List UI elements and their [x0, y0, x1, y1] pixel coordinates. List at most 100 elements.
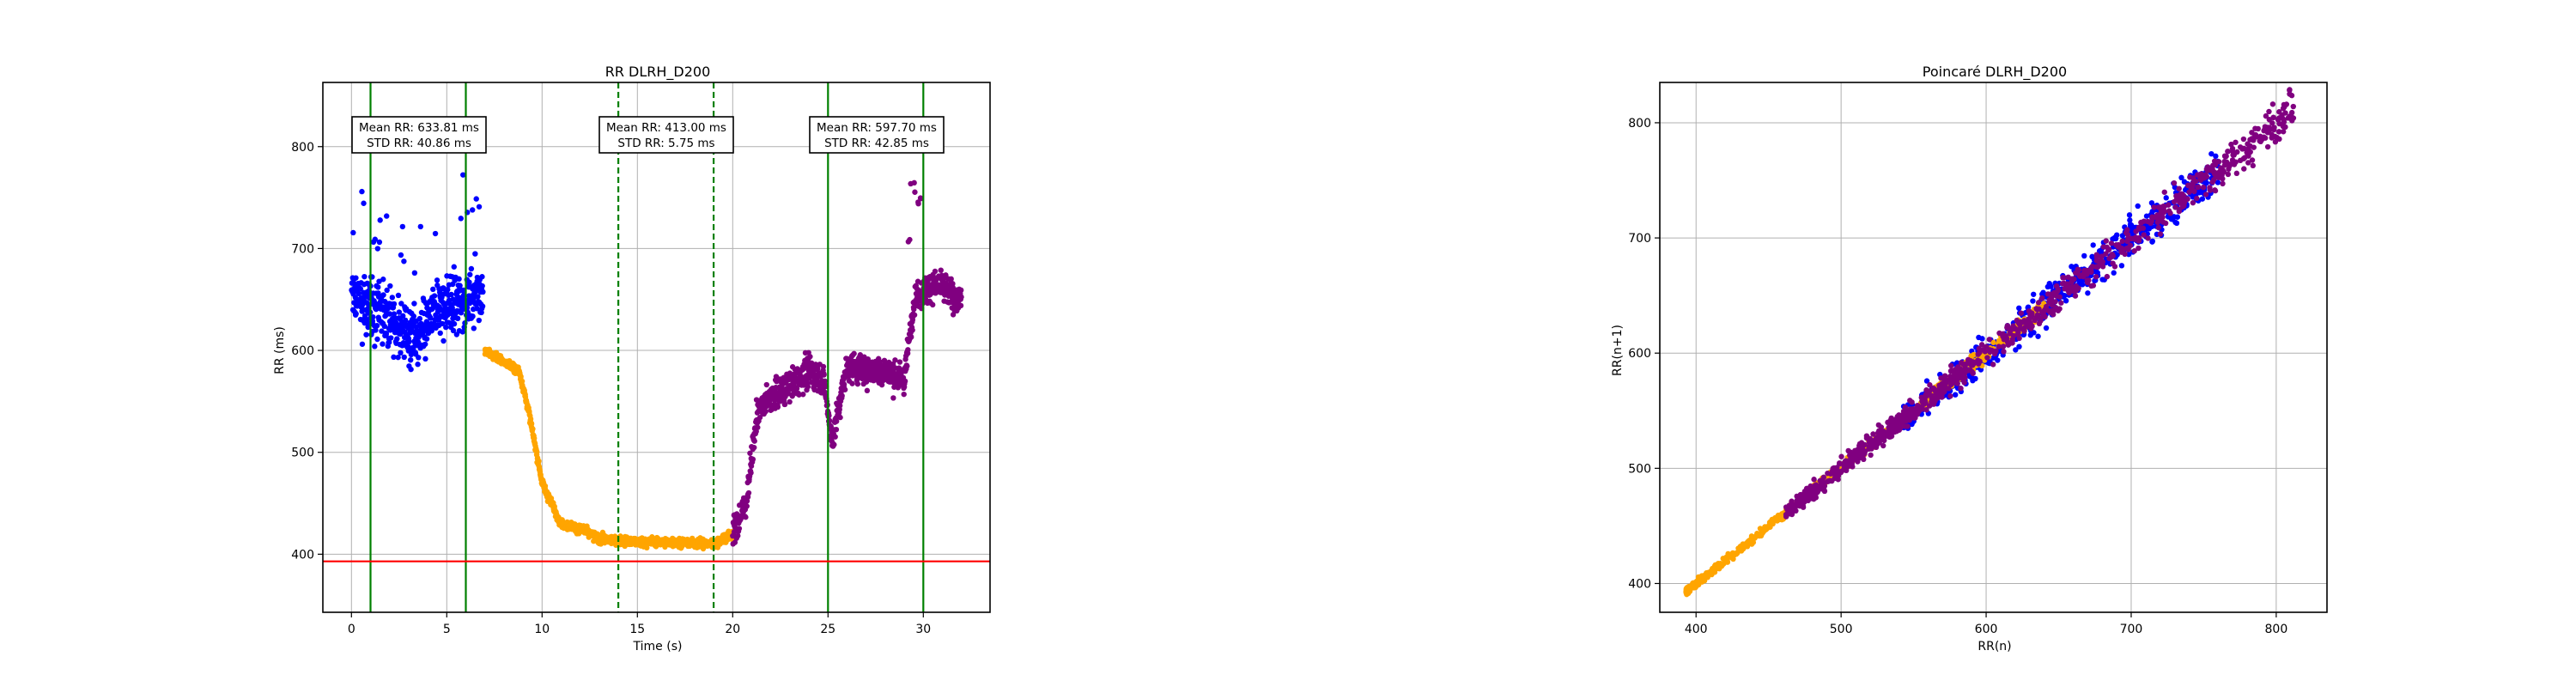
- poincare-point-purple: [2200, 185, 2207, 191]
- rr-point-purple: [851, 350, 857, 356]
- poincare-point-purple: [2252, 125, 2258, 131]
- poincare-point-purple: [1950, 374, 1957, 381]
- rr-point-blue: [353, 275, 359, 281]
- poincare-point-purple: [2157, 231, 2164, 237]
- poincare-point-blue: [2163, 195, 2169, 201]
- poincare-point-purple: [1941, 385, 1947, 391]
- rr-chart-ytick-label: 600: [291, 344, 314, 358]
- poincare-point-purple: [1958, 386, 1964, 392]
- rr-point-purple: [948, 276, 954, 283]
- poincare-point-purple: [1805, 488, 1811, 495]
- poincare-point-purple: [2158, 207, 2165, 213]
- poincare-point-purple: [2124, 238, 2130, 245]
- annotation-3-mean: Mean RR: 597.70 ms: [817, 121, 937, 135]
- rr-point-blue: [377, 217, 383, 223]
- poincare-point-purple: [1903, 417, 1910, 424]
- poincare-point-blue: [2135, 203, 2141, 210]
- rr-point-purple: [904, 363, 910, 369]
- poincare-point-purple: [2035, 300, 2042, 306]
- rr-point-blue: [431, 293, 438, 299]
- poincare-point-purple: [2024, 319, 2031, 325]
- poincare-point-purple: [2053, 292, 2059, 298]
- poincare-chart-ytick-label: 800: [1628, 117, 1651, 131]
- rr-point-blue: [471, 325, 477, 331]
- rr-chart-xtick-label: 25: [820, 623, 835, 636]
- rr-point-purple: [743, 514, 749, 520]
- poincare-point-purple: [2065, 283, 2071, 289]
- poincare-point-purple: [1856, 442, 1862, 449]
- poincare-point-purple: [1891, 421, 1897, 427]
- poincare-point-orange: [1716, 566, 1722, 572]
- poincare-point-purple: [1941, 373, 1948, 379]
- poincare-point-purple: [2223, 153, 2229, 160]
- rr-point-purple: [907, 236, 913, 243]
- poincare-point-purple: [2225, 171, 2232, 178]
- poincare-point-purple: [1813, 482, 1820, 488]
- poincare-point-orange: [1745, 538, 1751, 545]
- annotation-box-1: Mean RR: 633.81 ms STD RR: 40.86 ms: [351, 116, 487, 154]
- poincare-point-purple: [2065, 274, 2071, 281]
- poincare-point-purple: [2281, 104, 2287, 110]
- poincare-point-purple: [1996, 344, 2002, 350]
- poincare-point-purple: [2194, 195, 2200, 202]
- poincare-point-purple: [2016, 335, 2022, 342]
- rr-point-blue: [458, 216, 464, 222]
- poincare-point-purple: [2109, 251, 2116, 258]
- poincare-point-purple: [2272, 133, 2278, 140]
- poincare-point-purple: [2233, 170, 2240, 177]
- rr-point-purple: [930, 301, 936, 308]
- poincare-point-purple: [2058, 300, 2064, 306]
- poincare-point-purple: [2001, 349, 2007, 355]
- figure: RR DLRH_D200 Time (s) RR (ms) 0 5 10 15 20 25…: [0, 0, 2576, 687]
- rr-point-blue: [432, 230, 439, 237]
- poincare-point-purple: [2176, 185, 2182, 192]
- rr-point-purple: [751, 444, 757, 451]
- poincare-point-blue: [2111, 270, 2117, 276]
- rr-point-blue: [437, 330, 443, 337]
- rr-point-blue: [359, 188, 365, 195]
- rr-point-blue: [440, 337, 447, 344]
- poincare-point-purple: [2258, 137, 2265, 143]
- poincare-point-purple: [2227, 163, 2233, 169]
- poincare-point-purple: [1856, 455, 1862, 461]
- poincare-point-purple: [2021, 328, 2027, 334]
- poincare-point-blue: [2173, 220, 2180, 227]
- rr-point-purple: [781, 401, 788, 408]
- poincare-point-orange: [1723, 556, 1729, 562]
- poincare-point-purple: [2072, 293, 2079, 299]
- poincare-point-purple: [2269, 101, 2276, 107]
- poincare-point-purple: [2264, 143, 2271, 150]
- poincare-point-blue: [2178, 174, 2184, 181]
- rr-chart-ytick-label: 800: [291, 141, 314, 155]
- rr-point-purple: [831, 441, 837, 447]
- poincare-point-purple: [2053, 305, 2059, 311]
- rr-point-orange: [536, 458, 542, 465]
- rr-chart-xlabel: Time (s): [633, 640, 683, 654]
- rr-point-blue: [416, 315, 423, 322]
- rr-point-blue: [445, 286, 451, 293]
- rr-point-purple: [807, 354, 813, 360]
- poincare-point-purple: [2162, 220, 2169, 227]
- poincare-point-purple: [1990, 362, 1996, 368]
- poincare-point-purple: [2048, 291, 2054, 297]
- rr-point-blue: [375, 284, 381, 290]
- rr-point-blue: [361, 273, 368, 280]
- poincare-point-blue: [2111, 234, 2118, 240]
- poincare-point-purple: [1911, 413, 1918, 419]
- poincare-point-purple: [2266, 108, 2272, 115]
- rr-point-blue: [466, 279, 472, 285]
- rr-point-orange: [518, 374, 524, 380]
- poincare-chart-xlabel: RR(n): [1978, 640, 2011, 654]
- rr-point-blue: [423, 336, 430, 342]
- poincare-point-purple: [1904, 410, 1910, 417]
- poincare-point-purple: [2093, 253, 2100, 260]
- poincare-point-purple: [1859, 447, 1865, 453]
- poincare-point-blue: [2048, 283, 2054, 289]
- poincare-point-purple: [1902, 423, 1909, 429]
- rr-point-blue: [415, 362, 421, 368]
- rr-point-blue: [473, 196, 479, 202]
- poincare-point-orange: [1763, 526, 1770, 532]
- poincare-point-orange: [1701, 573, 1707, 579]
- poincare-point-purple: [2212, 187, 2218, 193]
- poincare-point-purple: [2088, 266, 2094, 272]
